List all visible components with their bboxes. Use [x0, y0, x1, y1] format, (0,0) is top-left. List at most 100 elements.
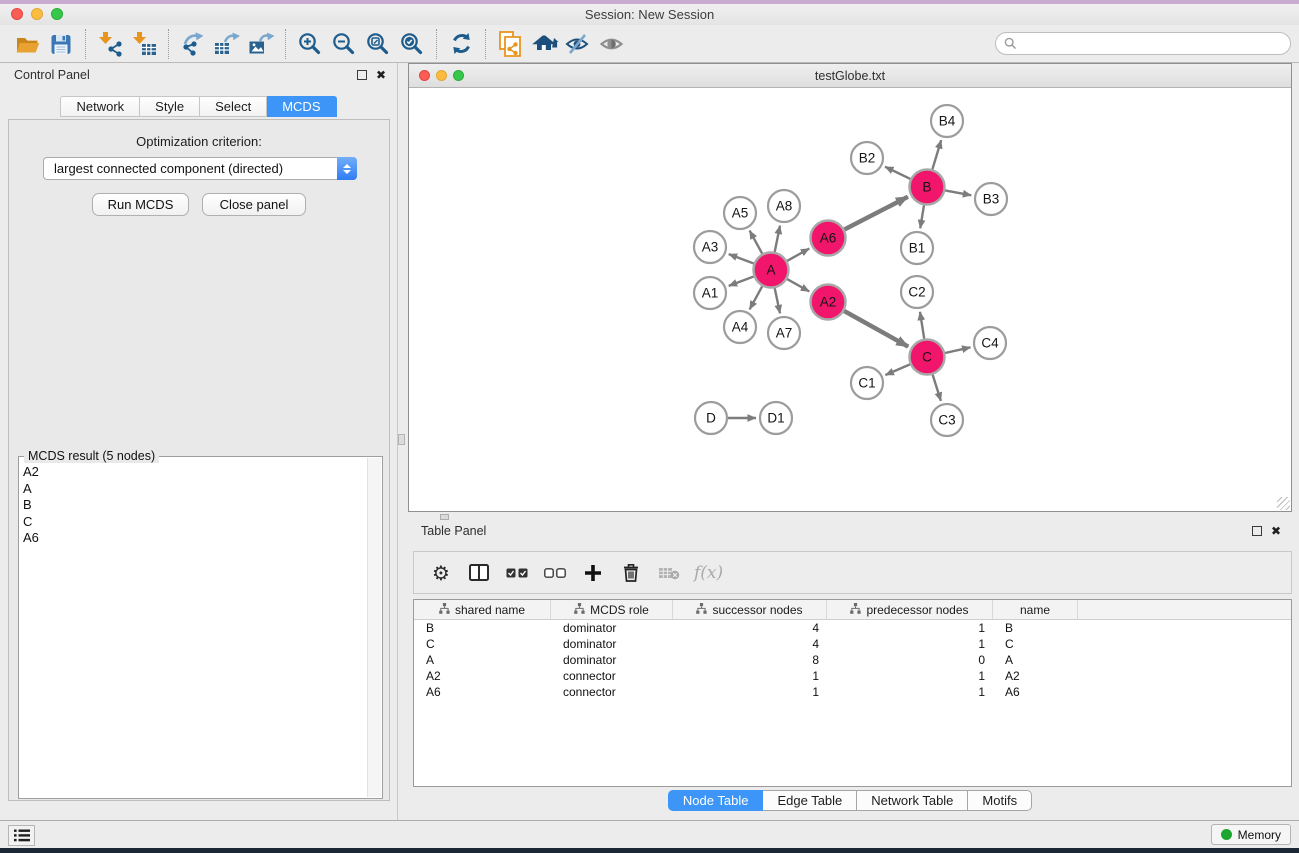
close-panel-button[interactable]: Close panel — [202, 193, 306, 216]
edge-A2-C[interactable] — [844, 311, 908, 347]
tab-network[interactable]: Network — [60, 96, 140, 117]
delete-table-icon[interactable] — [656, 560, 682, 586]
edge-C-C3[interactable] — [933, 375, 941, 401]
network-zoom-button[interactable] — [453, 70, 464, 81]
table-row[interactable]: Bdominator41B — [414, 620, 1291, 636]
edge-C-C4[interactable] — [945, 347, 970, 353]
export-table-icon[interactable] — [210, 29, 244, 59]
float-panel-icon[interactable] — [357, 70, 367, 80]
table-row[interactable]: Adominator80A — [414, 652, 1291, 668]
node-A4[interactable]: A4 — [724, 311, 756, 343]
table-row[interactable]: Cdominator41C — [414, 636, 1291, 652]
zoom-fit-icon[interactable] — [361, 29, 395, 59]
edge-B-B1[interactable] — [920, 205, 924, 228]
zoom-selected-icon[interactable] — [395, 29, 429, 59]
tab-style[interactable]: Style — [140, 96, 200, 117]
node-B2[interactable]: B2 — [851, 142, 883, 174]
node-A5[interactable]: A5 — [724, 197, 756, 229]
criterion-dropdown[interactable]: largest connected component (directed) — [43, 157, 357, 180]
node-A3[interactable]: A3 — [694, 231, 726, 263]
node-B[interactable]: B — [910, 170, 945, 205]
node-A8[interactable]: A8 — [768, 190, 800, 222]
zoom-out-icon[interactable] — [327, 29, 361, 59]
node-C1[interactable]: C1 — [851, 367, 883, 399]
column-header-MCDS-role[interactable]: MCDS role — [551, 600, 673, 619]
node-C4[interactable]: C4 — [974, 327, 1006, 359]
node-C3[interactable]: C3 — [931, 404, 963, 436]
search-field[interactable] — [995, 32, 1291, 55]
edge-A6-B[interactable] — [844, 197, 908, 230]
add-column-icon[interactable] — [580, 560, 606, 586]
result-item[interactable]: B — [23, 497, 366, 514]
result-item[interactable]: A6 — [23, 530, 366, 547]
delete-column-icon[interactable] — [618, 560, 644, 586]
table-row[interactable]: A2connector11A2 — [414, 668, 1291, 684]
search-input[interactable] — [1022, 35, 1290, 53]
window-resize-handle[interactable] — [1277, 497, 1290, 510]
zoom-window-button[interactable] — [51, 8, 63, 20]
tab-edge-table[interactable]: Edge Table — [763, 790, 857, 811]
column-header-successor-nodes[interactable]: successor nodes — [673, 600, 827, 619]
node-D1[interactable]: D1 — [760, 402, 792, 434]
edge-A-A7[interactable] — [775, 288, 780, 313]
result-item[interactable]: A — [23, 481, 366, 498]
node-B1[interactable]: B1 — [901, 232, 933, 264]
network-close-button[interactable] — [419, 70, 430, 81]
select-all-checkboxes-icon[interactable] — [504, 560, 530, 586]
horizontal-splitter-handle[interactable] — [440, 514, 449, 520]
table-close-panel-icon[interactable]: ✖ — [1271, 524, 1281, 538]
panel-splitter-handle[interactable] — [398, 434, 405, 445]
edge-A-A2[interactable] — [787, 279, 809, 291]
open-session-icon[interactable] — [10, 29, 44, 59]
edge-A-A6[interactable] — [787, 249, 809, 261]
network-from-selection-icon[interactable] — [493, 29, 527, 59]
network-canvas[interactable]: B4 B2 B B3 A8 A5 A6 A3 B1 A C2 A1 A2 — [409, 88, 1291, 511]
function-builder-icon[interactable]: f(x) — [694, 560, 723, 586]
close-window-button[interactable] — [11, 8, 23, 20]
edge-C-C1[interactable] — [885, 364, 910, 375]
refresh-layout-icon[interactable] — [444, 29, 478, 59]
edge-A-A8[interactable] — [775, 226, 780, 252]
column-header-predecessor-nodes[interactable]: predecessor nodes — [827, 600, 993, 619]
tab-node-table[interactable]: Node Table — [668, 790, 764, 811]
result-item[interactable]: C — [23, 514, 366, 531]
minimize-window-button[interactable] — [31, 8, 43, 20]
save-session-icon[interactable] — [44, 29, 78, 59]
hide-eye-icon[interactable] — [561, 29, 595, 59]
node-B4[interactable]: B4 — [931, 105, 963, 137]
node-C[interactable]: C — [910, 340, 945, 375]
export-image-icon[interactable] — [244, 29, 278, 59]
node-D[interactable]: D — [695, 402, 727, 434]
run-mcds-button[interactable]: Run MCDS — [92, 193, 189, 216]
close-panel-icon[interactable]: ✖ — [376, 68, 386, 82]
export-network-icon[interactable] — [176, 29, 210, 59]
show-eye-icon[interactable] — [595, 29, 629, 59]
node-C2[interactable]: C2 — [901, 276, 933, 308]
edge-B-B3[interactable] — [945, 190, 971, 195]
edge-A-A5[interactable] — [750, 231, 763, 254]
node-A6[interactable]: A6 — [811, 221, 846, 256]
column-header-name[interactable]: name — [993, 600, 1078, 619]
network-minimize-button[interactable] — [436, 70, 447, 81]
tab-mcds[interactable]: MCDS — [267, 96, 336, 117]
table-row[interactable]: A6connector11A6 — [414, 684, 1291, 700]
tab-motifs[interactable]: Motifs — [968, 790, 1032, 811]
tab-select[interactable]: Select — [200, 96, 267, 117]
home-icon[interactable] — [527, 29, 561, 59]
settings-gear-icon[interactable]: ⚙ — [428, 560, 454, 586]
node-A7[interactable]: A7 — [768, 317, 800, 349]
network-window-titlebar[interactable]: testGlobe.txt — [409, 64, 1291, 88]
edge-C-C2[interactable] — [920, 312, 924, 339]
edge-B-B4[interactable] — [932, 140, 941, 169]
result-item[interactable]: A2 — [23, 464, 366, 481]
result-scrollbar[interactable] — [367, 458, 381, 797]
zoom-in-icon[interactable] — [293, 29, 327, 59]
import-table-icon[interactable] — [127, 29, 161, 59]
node-A[interactable]: A — [754, 253, 789, 288]
edge-A-A3[interactable] — [729, 254, 754, 263]
edge-B-B2[interactable] — [885, 167, 910, 179]
table-float-panel-icon[interactable] — [1252, 526, 1262, 536]
import-network-icon[interactable] — [93, 29, 127, 59]
node-A2[interactable]: A2 — [811, 285, 846, 320]
edge-A-A1[interactable] — [729, 277, 754, 286]
